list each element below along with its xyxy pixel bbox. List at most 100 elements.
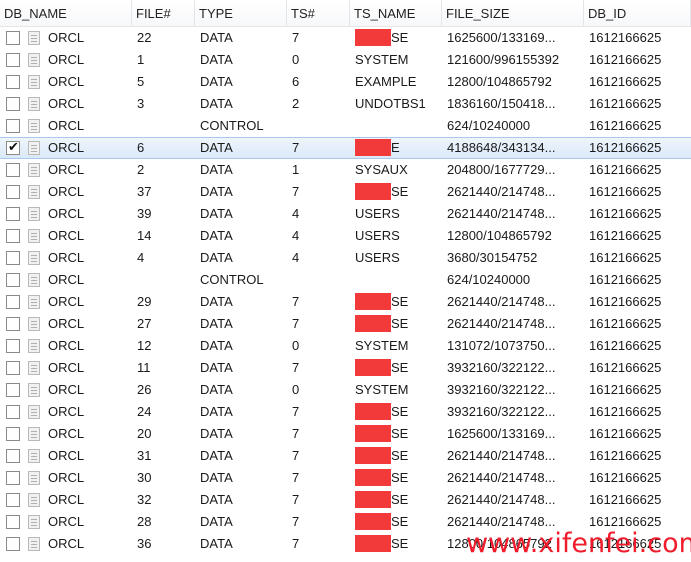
redaction-block <box>355 182 391 200</box>
row-checkbox[interactable] <box>6 493 20 507</box>
cell-ts-no: 7 <box>292 294 300 309</box>
cell-file-no: 3 <box>137 96 145 111</box>
cell-ts-name: SE <box>355 511 408 533</box>
row-checkbox[interactable] <box>6 229 20 243</box>
datafile-icon <box>28 31 40 45</box>
table-row[interactable]: ORCL 31 DATA 7 SE 2621440/214748... 1612166625 <box>0 445 691 467</box>
column-header-file-size[interactable]: FILE_SIZE <box>442 0 584 26</box>
row-checkbox[interactable] <box>6 383 20 397</box>
table-row[interactable]: ORCL 37 DATA 7 SE 2621440/214748... 1612166625 <box>0 181 691 203</box>
cell-ts-no: 7 <box>292 30 300 45</box>
table-row[interactable]: ORCL CONTROL 624/10240000 1612166625 <box>0 269 691 291</box>
table-row[interactable]: ORCL 39 DATA 4 USERS 2621440/214748... 1612166… <box>0 203 691 225</box>
cell-db-name: ORCL <box>48 228 85 243</box>
cell-db-id: 1612166625 <box>589 294 662 309</box>
table-row[interactable]: ORCL CONTROL 624/10240000 1612166625 <box>0 115 691 137</box>
table-row[interactable]: ✔ ORCL 6 DATA 7 E 4188648/343134... 1612166625 <box>0 137 691 159</box>
cell-db-name: ORCL <box>48 316 85 331</box>
row-checkbox[interactable] <box>6 207 20 221</box>
cell-file-no: 2 <box>137 162 145 177</box>
row-checkbox[interactable]: ✔ <box>6 141 20 155</box>
redaction-block <box>355 512 391 530</box>
column-header-db-name[interactable]: DB_NAME <box>0 0 132 26</box>
datafile-icon <box>28 75 40 89</box>
cell-db-id: 1612166625 <box>589 140 662 155</box>
table-row[interactable]: ORCL 3 DATA 2 UNDOTBS1 1836160/150418... 16121… <box>0 93 691 115</box>
table-row[interactable]: ORCL 32 DATA 7 SE 2621440/214748... 1612166625 <box>0 489 691 511</box>
datafile-icon <box>28 295 40 309</box>
datafile-icon <box>28 493 40 507</box>
cell-type: DATA <box>200 338 233 353</box>
cell-ts-no: 7 <box>292 514 300 529</box>
redaction-block <box>355 402 391 420</box>
row-checkbox[interactable] <box>6 31 20 45</box>
row-checkbox[interactable] <box>6 317 20 331</box>
column-header-type[interactable]: TYPE <box>195 0 287 26</box>
cell-type: DATA <box>200 294 233 309</box>
table-row[interactable]: ORCL 24 DATA 7 SE 3932160/322122... 1612166625 <box>0 401 691 423</box>
row-checkbox[interactable] <box>6 339 20 353</box>
row-checkbox[interactable] <box>6 295 20 309</box>
row-checkbox[interactable] <box>6 163 20 177</box>
row-checkbox[interactable] <box>6 405 20 419</box>
cell-ts-no: 7 <box>292 470 300 485</box>
row-checkbox[interactable] <box>6 361 20 375</box>
cell-file-size: 624/10240000 <box>447 118 531 133</box>
column-header-ts-no[interactable]: TS# <box>287 0 350 26</box>
table-row[interactable]: ORCL 30 DATA 7 SE 2621440/214748... 1612166625 <box>0 467 691 489</box>
ts-name-text: SYSAUX <box>355 162 408 177</box>
cell-db-id: 1612166625 <box>589 382 662 397</box>
ts-name-text: SE <box>391 492 409 507</box>
cell-db-id: 1612166625 <box>589 448 662 463</box>
row-checkbox[interactable] <box>6 273 20 287</box>
table-row[interactable]: ORCL 1 DATA 0 SYSTEM 121600/996155392 16121666… <box>0 49 691 71</box>
row-checkbox[interactable] <box>6 53 20 67</box>
ts-name-text: SE <box>391 536 409 551</box>
redaction-block <box>355 138 391 156</box>
cell-file-no: 1 <box>137 52 145 67</box>
cell-file-size: 2621440/214748... <box>447 316 556 331</box>
table-row[interactable]: ORCL 4 DATA 4 USERS 3680/30154752 1612166625 <box>0 247 691 269</box>
table-row[interactable]: ORCL 27 DATA 7 SE 2621440/214748... 1612166625 <box>0 313 691 335</box>
row-checkbox[interactable] <box>6 471 20 485</box>
datafile-icon <box>28 141 40 155</box>
cell-db-id: 1612166625 <box>589 492 662 507</box>
column-header-ts-name[interactable]: TS_NAME <box>350 0 442 26</box>
cell-ts-name: USERS <box>355 203 400 225</box>
row-checkbox[interactable] <box>6 75 20 89</box>
datafile-icon <box>28 449 40 463</box>
column-header-db-id[interactable]: DB_ID <box>584 0 691 26</box>
ts-name-text: USERS <box>355 250 400 265</box>
row-checkbox[interactable] <box>6 537 20 551</box>
table-row[interactable]: ORCL 14 DATA 4 USERS 12800/104865792 161216662… <box>0 225 691 247</box>
table-row[interactable]: ORCL 12 DATA 0 SYSTEM 131072/1073750... 161216… <box>0 335 691 357</box>
row-checkbox[interactable] <box>6 97 20 111</box>
redaction-block <box>355 28 391 46</box>
cell-ts-name: USERS <box>355 225 400 247</box>
table-row[interactable]: ORCL 20 DATA 7 SE 1625600/133169... 1612166625 <box>0 423 691 445</box>
redaction-block <box>355 468 391 486</box>
cell-ts-name: SE <box>355 489 408 511</box>
ts-name-text: SE <box>391 404 409 419</box>
table-row[interactable]: ORCL 11 DATA 7 SE 3932160/322122... 1612166625 <box>0 357 691 379</box>
cell-db-name: ORCL <box>48 30 85 45</box>
table-row[interactable]: ORCL 5 DATA 6 EXAMPLE 12800/104865792 16121666… <box>0 71 691 93</box>
table-row[interactable]: ORCL 29 DATA 7 SE 2621440/214748... 1612166625 <box>0 291 691 313</box>
table-row[interactable]: ORCL 2 DATA 1 SYSAUX 204800/1677729... 1612166… <box>0 159 691 181</box>
ts-name-text: SE <box>391 294 409 309</box>
grid-body: ORCL 22 DATA 7 SE 1625600/133169... 1612166625… <box>0 27 691 555</box>
cell-file-no: 28 <box>137 514 152 529</box>
cell-db-name: ORCL <box>48 338 85 353</box>
watermark: www.xifenfei.com <box>466 528 691 559</box>
row-checkbox[interactable] <box>6 251 20 265</box>
row-checkbox[interactable] <box>6 427 20 441</box>
table-row[interactable]: ORCL 22 DATA 7 SE 1625600/133169... 1612166625 <box>0 27 691 49</box>
table-row[interactable]: ORCL 26 DATA 0 SYSTEM 3932160/322122... 161216… <box>0 379 691 401</box>
row-checkbox[interactable] <box>6 185 20 199</box>
row-checkbox[interactable] <box>6 515 20 529</box>
row-checkbox[interactable] <box>6 119 20 133</box>
cell-ts-no: 4 <box>292 250 300 265</box>
column-header-file-no[interactable]: FILE# <box>132 0 195 26</box>
cell-type: CONTROL <box>200 118 264 133</box>
row-checkbox[interactable] <box>6 449 20 463</box>
